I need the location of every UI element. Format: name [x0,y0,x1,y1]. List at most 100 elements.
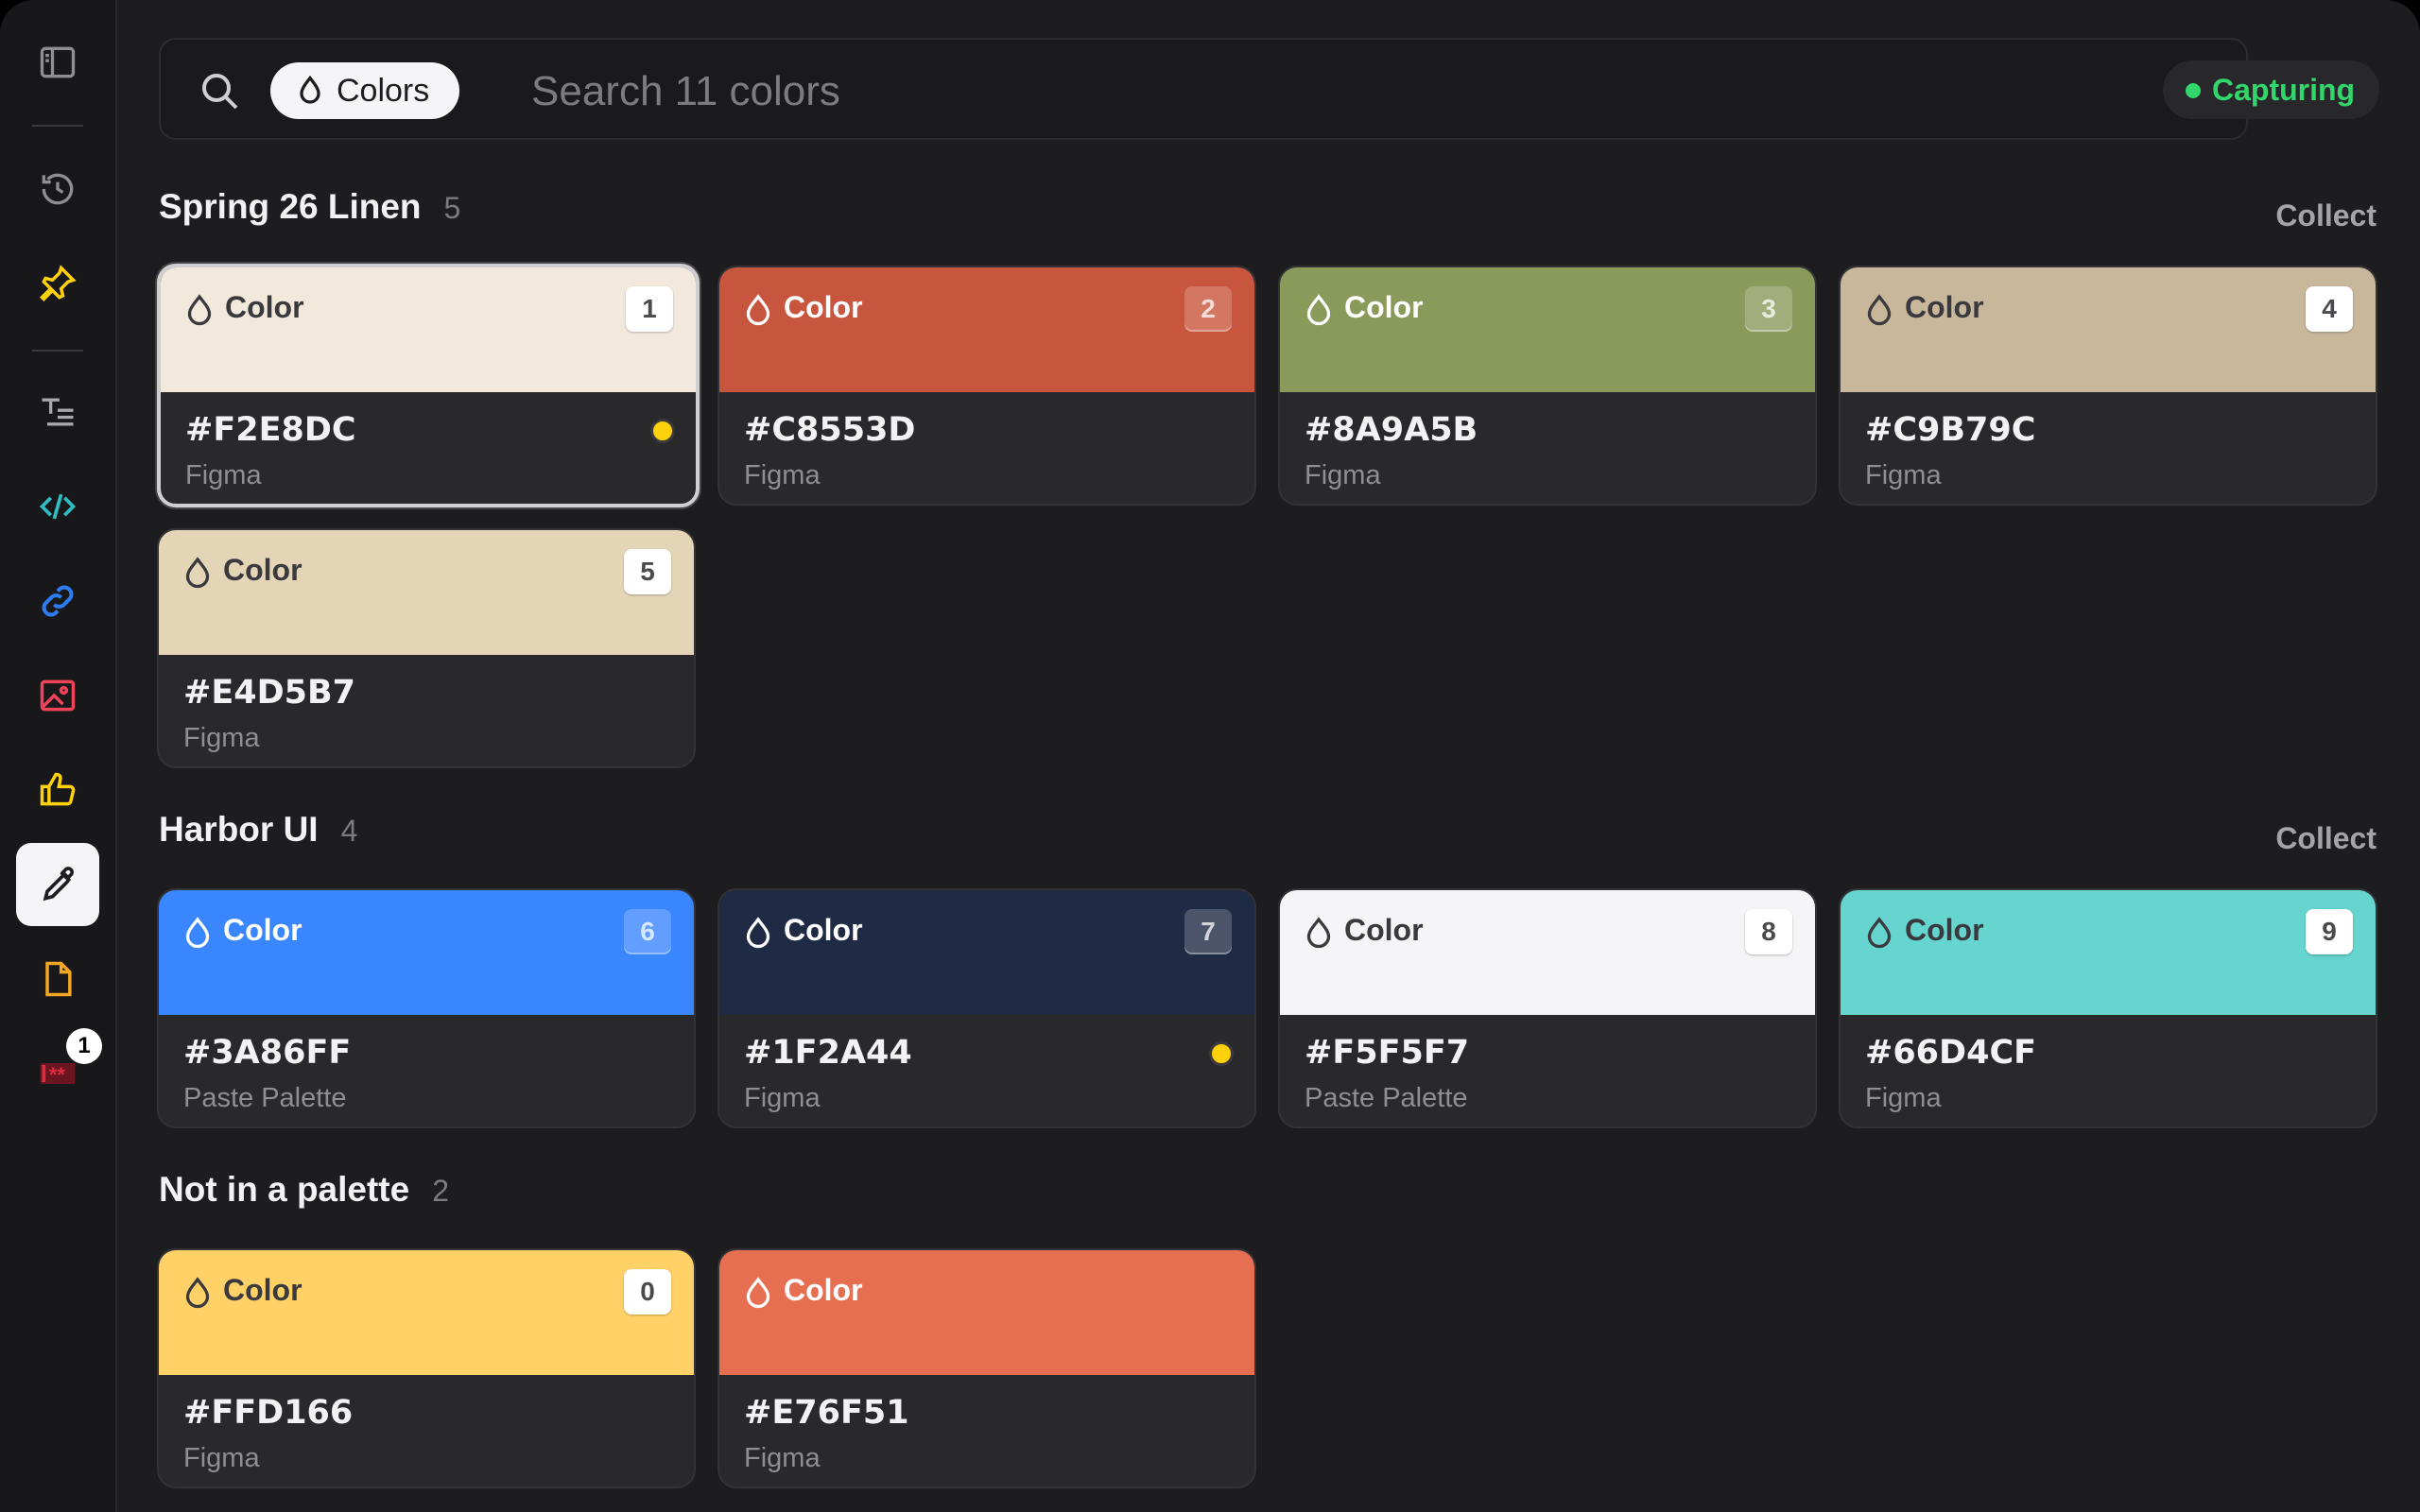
shortcut-number: 6 [624,909,671,954]
drop-icon [187,294,212,326]
flag-dot [650,419,675,443]
color-card[interactable]: Color 9 #66D4CF Figma [1839,888,2377,1128]
hex-value: #C8553D [744,411,916,449]
source-label: Figma [744,1083,821,1113]
capturing-status[interactable]: Capturing [2163,60,2380,119]
shortcut-number: 5 [624,549,671,594]
sidebar-toggle-icon [40,46,76,78]
sidebar-item-pinned[interactable] [16,242,99,325]
sidebar-item-text[interactable] [16,370,99,454]
collect-button[interactable]: Collect [2275,198,2377,233]
drop-icon [1306,294,1331,326]
color-card[interactable]: Color 3 #8A9A5B Figma [1278,266,1817,506]
section-header: Spring 26 Linen 5 [159,187,460,240]
hex-value: #F2E8DC [185,411,356,449]
main-content: Colors Capturing Spring 26 Linen 5 Colle… [115,0,2420,1512]
color-swatch: Color 2 [719,267,1254,392]
image-icon [40,679,76,712]
color-card[interactable]: Color 5 #E4D5B7 Figma [157,528,696,768]
source-label: Figma [744,460,821,490]
source-label: Figma [1865,1083,1942,1113]
section-header: Not in a palette 2 [159,1170,449,1223]
shortcut-number: 9 [2306,909,2353,954]
sidebar-item-code[interactable] [16,465,99,548]
sidebar: ** 1 [0,0,117,1512]
hex-value: #E4D5B7 [183,674,356,712]
eyedropper-icon [43,867,74,902]
filter-chip-label: Colors [337,72,430,109]
sidebar-item-links[interactable] [16,559,99,643]
notification-badge: 1 [66,1028,102,1064]
sidebar-divider [32,125,83,127]
swatch-label: Color [1344,913,1424,947]
section-title: Not in a palette [159,1170,410,1209]
color-card[interactable]: Color 2 #C8553D Figma [717,266,1256,506]
color-swatch: Color 1 [161,267,696,392]
color-swatch: Color 3 [1280,267,1815,392]
color-card[interactable]: Color 1 #F2E8DC Figma [157,264,700,507]
filter-chip-colors[interactable]: Colors [270,62,460,119]
collect-button[interactable]: Collect [2275,821,2377,856]
sidebar-toggle-button[interactable] [16,21,99,104]
sidebar-item-history[interactable] [16,147,99,231]
text-icon [42,398,74,426]
sidebar-item-favorites[interactable] [16,748,99,832]
source-label: Figma [185,460,262,490]
drop-icon [1867,294,1892,326]
hex-value: #8A9A5B [1305,411,1478,449]
color-swatch: Color 8 [1280,890,1815,1015]
drop-icon [1867,917,1892,949]
section-title: Spring 26 Linen [159,187,422,226]
source-label: Figma [1865,460,1942,490]
color-card[interactable]: Color 8 #F5F5F7 Paste Palette [1278,888,1817,1128]
sidebar-divider [32,350,83,352]
swatch-label: Color [223,1273,302,1307]
document-icon [45,961,72,997]
search-icon [202,74,238,110]
shortcut-number: 4 [2306,286,2353,332]
section-count: 5 [443,191,461,225]
search-input[interactable] [529,62,2140,121]
hex-value: #1F2A44 [744,1034,912,1072]
shortcut-number: 0 [624,1269,671,1314]
swatch-label: Color [1905,913,1984,947]
source-label: Paste Palette [183,1083,347,1113]
drop-icon [185,917,210,949]
swatch-label: Color [223,913,302,947]
shortcut-number: 7 [1184,909,1232,954]
source-label: Figma [1305,460,1381,490]
source-label: Figma [744,1443,821,1473]
sidebar-item-colors[interactable] [16,843,99,926]
color-swatch: Color 4 [1841,267,2376,392]
drop-icon [1306,917,1331,949]
source-label: Figma [183,723,260,753]
hex-value: #C9B79C [1865,411,2036,449]
color-card[interactable]: Color 6 #3A86FF Paste Palette [157,888,696,1128]
swatch-label: Color [784,290,863,324]
section-title: Harbor UI [159,810,319,849]
swatch-label: Color [784,1273,863,1307]
drop-icon [746,1277,770,1309]
hex-value: #E76F51 [744,1394,909,1432]
section-header: Harbor UI 4 [159,810,357,863]
color-swatch: Color 0 [159,1250,694,1375]
pin-icon [40,265,77,301]
svg-text:**: ** [49,1063,66,1087]
drop-icon [185,557,210,589]
shortcut-number: 2 [1184,286,1232,332]
drop-icon [300,75,320,104]
color-card[interactable]: Color 7 #1F2A44 Figma [717,888,1256,1128]
section-count: 2 [432,1174,449,1208]
swatch-label: Color [1905,290,1984,324]
history-icon [42,173,74,205]
capturing-indicator [2186,83,2201,98]
color-card[interactable]: Color 4 #C9B79C Figma [1839,266,2377,506]
link-icon [42,585,74,617]
color-swatch: Color 7 [719,890,1254,1015]
shortcut-number: 8 [1745,909,1792,954]
color-card[interactable]: Color #E76F51 Figma [717,1248,1256,1488]
color-card[interactable]: Color 0 #FFD166 Figma [157,1248,696,1488]
sidebar-item-files[interactable] [16,937,99,1021]
color-swatch: Color 9 [1841,890,2376,1015]
sidebar-item-images[interactable] [16,654,99,737]
